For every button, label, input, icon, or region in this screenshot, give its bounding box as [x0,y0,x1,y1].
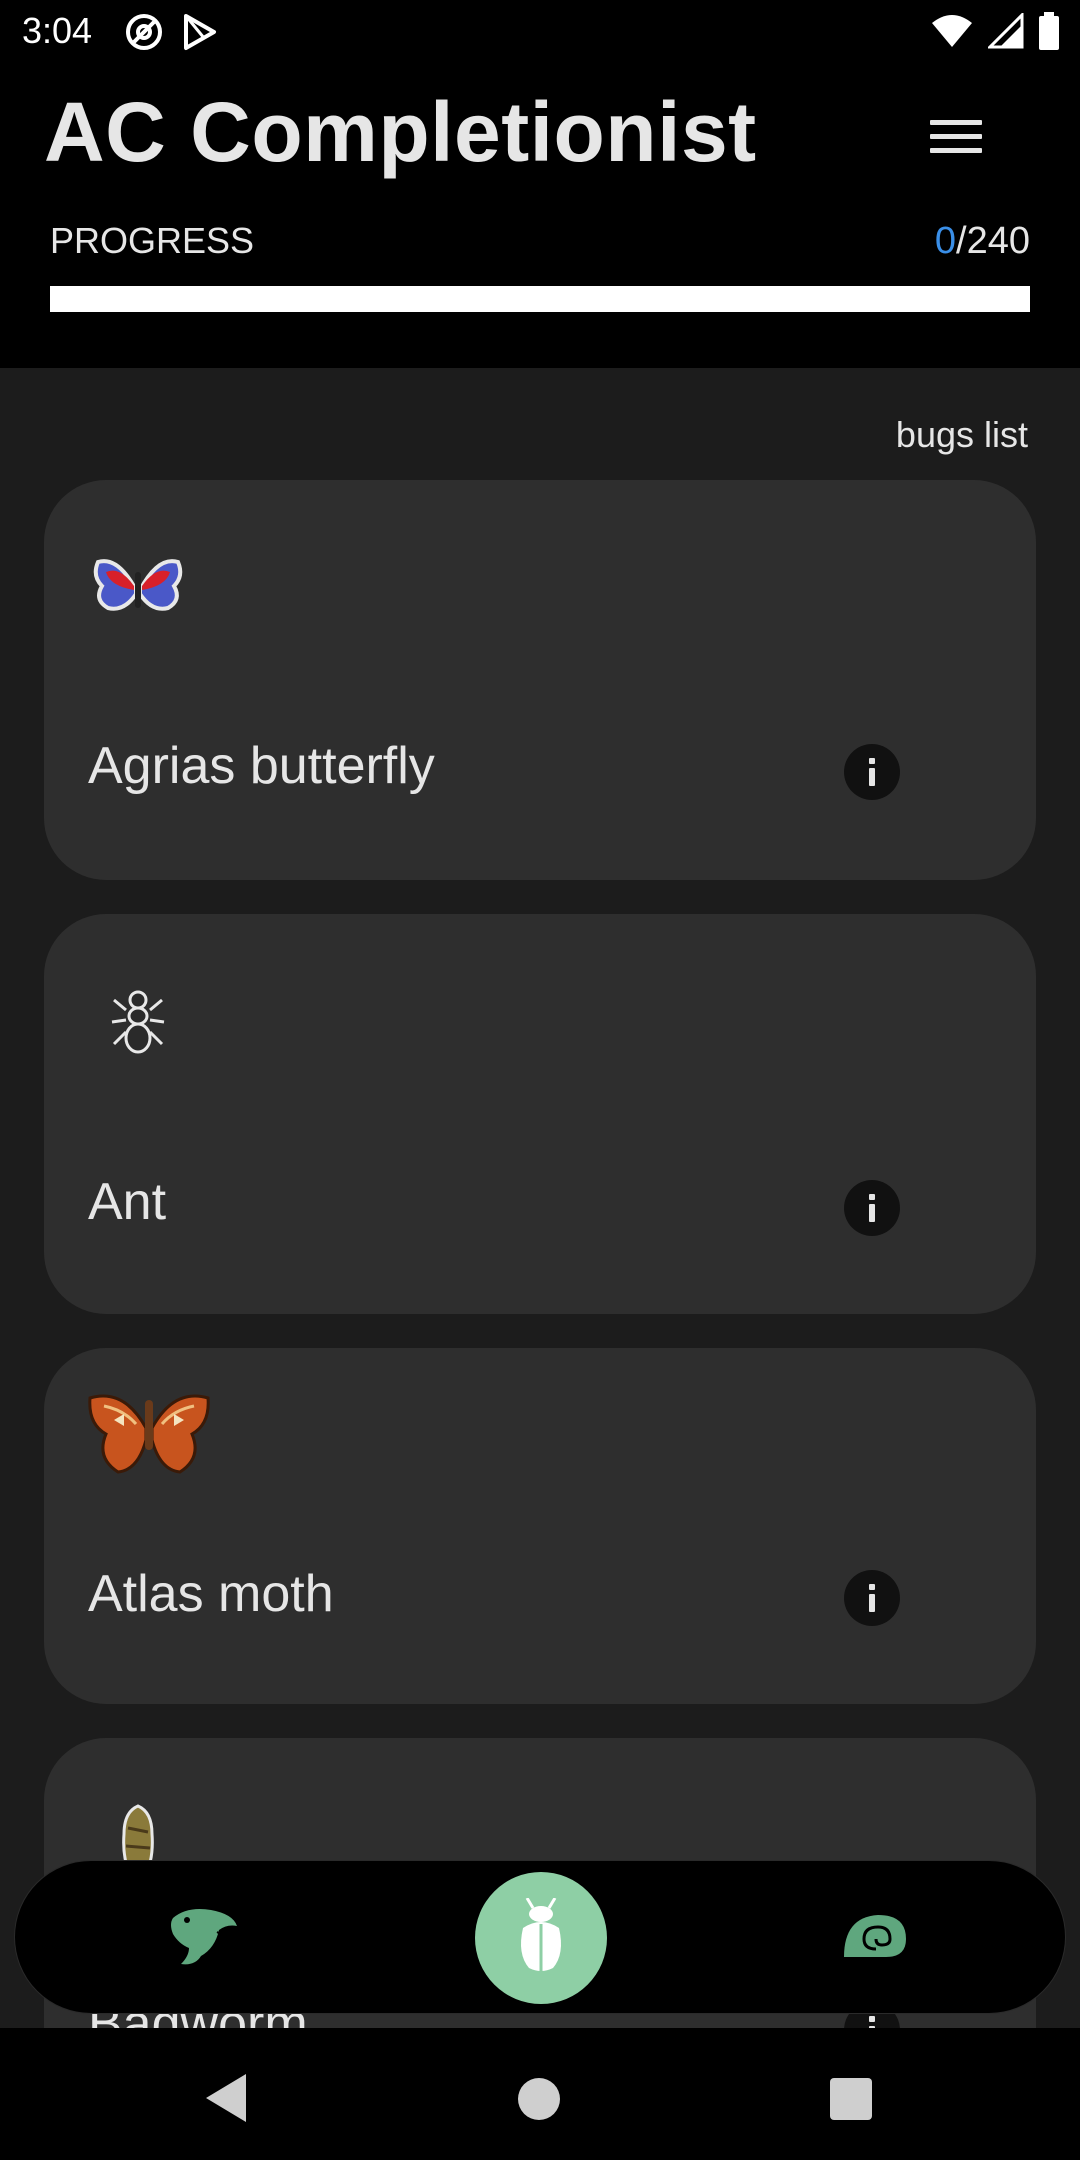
moth-icon [84,1384,214,1474]
tab-bugs[interactable] [475,1872,607,2004]
item-name: Ant [88,1173,167,1231]
info-icon[interactable] [844,744,900,800]
progress-label: PROGRESS [50,220,255,261]
bugs-list[interactable]: bugs list Agrias butterfly Ant Atlas mot… [0,368,1080,2028]
wifi-icon [930,13,974,54]
list-item[interactable]: Atlas moth [44,1348,1036,1704]
app-title: AC Completionist [44,85,757,179]
list-title: bugs list [895,414,1028,455]
list-item[interactable]: Ant [44,914,1036,1314]
fish-icon [167,1904,243,1973]
progress-separator: / [956,220,967,262]
status-icons-right [930,11,1060,55]
back-icon[interactable] [204,2072,248,2129]
signal-icon [986,11,1024,54]
bottom-tab-bar [14,1860,1066,2014]
tab-fossils[interactable] [795,1861,955,2015]
battery-icon [1038,12,1060,55]
progress-bar [50,286,1030,312]
item-name: Atlas moth [88,1565,334,1623]
at-sign-icon [124,12,164,57]
item-name: Agrias butterfly [88,737,435,795]
info-icon[interactable] [844,1180,900,1236]
list-item[interactable]: Agrias butterfly [44,480,1036,880]
status-time: 3:04 [22,10,93,51]
butterfly-icon [88,550,188,640]
status-icons-left [124,12,218,57]
progress-count: 0/240 [935,220,1030,263]
status-bar: 3:04 [0,0,1080,66]
hamburger-menu-icon[interactable] [930,120,982,160]
play-store-icon [182,12,218,57]
system-nav-bar [0,2028,1080,2160]
home-icon[interactable] [518,2078,560,2120]
app-header: AC Completionist PROGRESS 0/240 [0,66,1080,368]
progress-total: 240 [966,220,1030,262]
recents-icon[interactable] [830,2078,872,2120]
bug-icon [513,1896,569,1979]
fossil-icon [840,1909,910,1968]
progress-done: 0 [934,220,957,262]
tab-fish[interactable] [125,1861,285,2015]
ant-icon [88,980,188,1070]
info-icon[interactable] [844,1570,900,1626]
